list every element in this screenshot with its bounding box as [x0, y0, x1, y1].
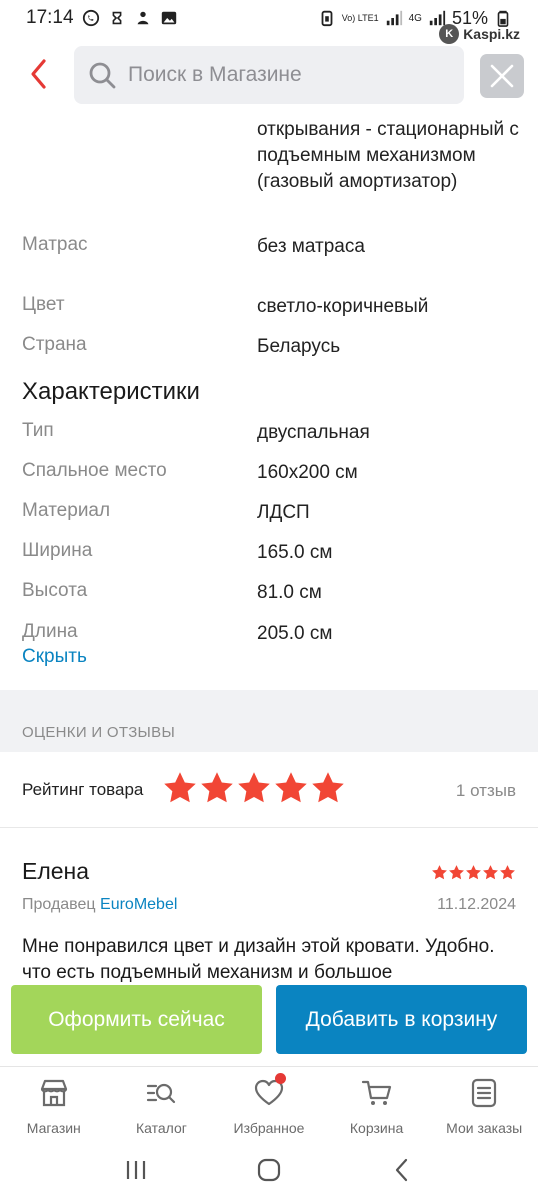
bottom-navigation: Магазин Каталог Избранное Корзина Мои за… [0, 1066, 538, 1140]
nav-item-catalog[interactable]: Каталог [108, 1067, 216, 1140]
rating-label: Рейтинг товара [22, 780, 144, 799]
search-input[interactable] [128, 63, 428, 87]
spec-value: ЛДСП [257, 502, 310, 523]
spec-value: 160x200 см [257, 462, 358, 483]
nav-label: Корзина [349, 1120, 404, 1136]
seller-prefix: Продавец [22, 896, 96, 913]
spec-value: без матраса [257, 236, 365, 257]
chevron-left-icon [395, 1158, 407, 1182]
spec-label: Спальное место [22, 460, 167, 481]
notification-icon [112, 11, 121, 25]
spec-label: Материал [22, 500, 111, 521]
whatsapp-icon [82, 9, 99, 27]
close-icon [490, 64, 514, 88]
order-now-button[interactable]: Оформить сейчас [11, 985, 262, 1054]
spec-label: Длина [22, 621, 78, 642]
review-stars [431, 864, 516, 881]
signal-icon [386, 10, 402, 26]
star-icon [312, 772, 344, 803]
nav-label: Мои заказы [446, 1120, 523, 1136]
recents-button[interactable] [116, 1150, 156, 1190]
orders-icon [472, 1078, 497, 1108]
home-icon [257, 1158, 281, 1182]
reviews-section-header: ОЦЕНКИ И ОТЗЫВЫ [0, 690, 538, 752]
hide-specs-link[interactable]: Скрыть [22, 646, 87, 668]
star-icon [432, 865, 447, 880]
star-icon [449, 865, 464, 880]
kaspi-badge: K Kaspi.kz [439, 24, 520, 44]
star-icon [466, 865, 481, 880]
spec-label: Ширина [22, 540, 93, 561]
battery-saver-icon [321, 10, 333, 27]
star-icon [164, 772, 196, 803]
close-button[interactable] [480, 54, 524, 98]
kaspi-badge-label: Kaspi.kz [463, 26, 520, 42]
app-icon [137, 11, 148, 25]
status-time: 17:14 [26, 7, 74, 28]
header [0, 44, 538, 106]
characteristics-title: Характеристики [22, 378, 200, 405]
spec-label: Цвет [22, 294, 65, 315]
system-navigation [0, 1140, 538, 1200]
back-button[interactable] [24, 56, 56, 92]
reviews-count[interactable]: 1 отзыв [456, 781, 516, 801]
star-icon [500, 865, 515, 880]
spec-value: двуспальная [257, 422, 370, 443]
kaspi-logo-icon: K [439, 24, 460, 44]
spec-label: Высота [22, 580, 88, 601]
nav-label: Каталог [135, 1120, 187, 1136]
star-icon [483, 865, 498, 880]
review-text: Мне понравился цвет и дизайн этой кроват… [22, 936, 495, 983]
rating-stars [162, 770, 346, 806]
nav-item-store[interactable]: Магазин [0, 1067, 108, 1140]
home-button[interactable] [249, 1150, 289, 1190]
review-author: Елена [22, 858, 90, 884]
volte-indicator: Vo) LTE1 [341, 12, 379, 23]
recents-icon [127, 1161, 146, 1179]
spec-value: 81.0 см [257, 582, 322, 603]
spec-value: открывания - стационарный с подъемным ме… [257, 119, 519, 192]
star-icon [238, 772, 270, 803]
network-type: 4G [408, 12, 422, 24]
review-date: 11.12.2024 [437, 896, 516, 913]
gallery-icon [161, 11, 176, 25]
nav-item-favorites[interactable]: Избранное [215, 1067, 323, 1140]
nav-item-orders[interactable]: Мои заказы [430, 1067, 538, 1140]
action-bar: Оформить сейчас Добавить в корзину [0, 985, 538, 1065]
search-icon [89, 62, 116, 89]
nav-item-cart[interactable]: Корзина [323, 1067, 431, 1140]
spec-value: светло-коричневый [257, 296, 429, 317]
spec-label: Матрас [22, 234, 88, 255]
spec-value: 205.0 см [257, 623, 333, 644]
add-to-cart-button[interactable]: Добавить в корзину [276, 985, 527, 1054]
nav-label: Магазин [26, 1120, 81, 1136]
spec-value: 165.0 см [257, 542, 333, 563]
product-rating-row[interactable]: Рейтинг товара 1 отзыв [0, 752, 538, 828]
spec-label: Страна [22, 334, 87, 355]
nav-label: Избранное [233, 1120, 305, 1136]
store-icon [40, 1079, 67, 1107]
star-icon [275, 772, 307, 803]
spec-value: Беларусь [257, 336, 341, 357]
catalog-search-icon [147, 1083, 176, 1104]
spec-label: Тип [22, 420, 54, 441]
system-back-button[interactable] [382, 1150, 422, 1190]
chevron-left-icon [31, 59, 46, 89]
seller-link[interactable]: EuroMebel [100, 896, 177, 913]
search-box[interactable] [74, 46, 464, 104]
star-icon [201, 772, 233, 803]
cart-icon [361, 1080, 391, 1105]
review-seller: Продавец EuroMebel [22, 896, 177, 914]
reviews-title: ОЦЕНКИ И ОТЗЫВЫ [22, 724, 176, 741]
